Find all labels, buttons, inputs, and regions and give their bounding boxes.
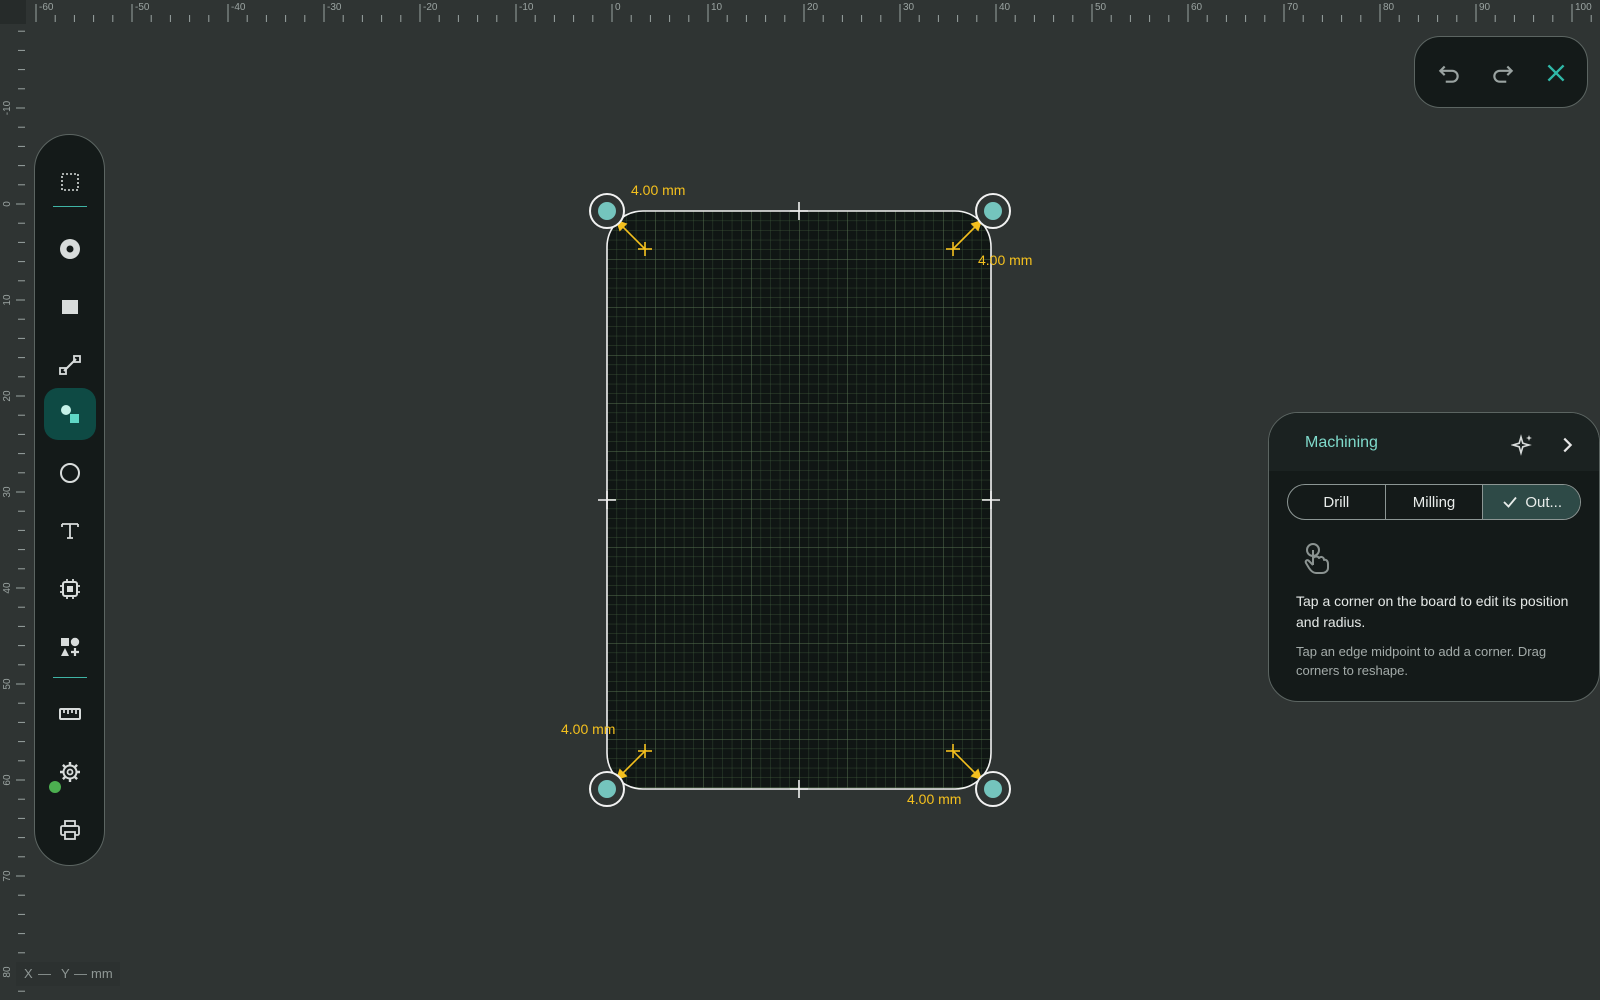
select-icon [61,173,79,191]
pad-icon [62,300,78,314]
tool-palette [34,134,105,866]
circle-icon [60,463,80,483]
machining-panel: Machining Drill Milling Out... Tap a cor… [1268,412,1600,702]
corner-radius-label-bottom-right: 4.00 mm [907,791,962,807]
check-icon [1503,496,1518,508]
tab-milling[interactable]: Milling [1386,485,1484,519]
shapes-icon [61,405,79,423]
drill-tool[interactable] [44,223,96,275]
trace-icon [59,355,81,375]
corner-handle-top-left[interactable] [589,193,625,229]
hint-primary: Tap a corner on the board to edit its po… [1296,593,1569,630]
trace-tool[interactable] [44,339,96,391]
redo-icon [1493,65,1514,83]
add-shapes-icon [61,637,80,656]
print-tool[interactable] [44,804,96,856]
toolbar-divider [53,677,87,678]
corner-handle-top-right[interactable] [975,193,1011,229]
measure-tool[interactable] [44,688,96,740]
pad-tool[interactable] [44,281,96,333]
component-tool[interactable] [44,563,96,615]
status-indicator [49,781,61,793]
circle-tool[interactable] [44,447,96,499]
tab-drill-label: Drill [1323,493,1350,511]
sparkle-icon [1511,434,1532,456]
unit-label: mm [91,966,113,981]
x-value: — [38,966,51,981]
drill-icon [60,239,80,259]
gear-icon [60,762,80,782]
board-outline[interactable] [606,210,992,790]
hint-secondary: Tap an edge midpoint to add a corner. Dr… [1296,644,1547,678]
undo-button[interactable] [1435,59,1463,87]
text-tool[interactable] [44,505,96,557]
machining-header: Machining [1269,413,1599,471]
tab-outline-label: Out... [1525,493,1563,511]
select-tool[interactable] [44,156,96,208]
corner-handle-bottom-left[interactable] [589,771,625,807]
close-button[interactable] [1542,59,1570,87]
library-tool[interactable] [44,621,96,673]
toolbar-divider [53,206,87,207]
collapse-panel-button[interactable] [1555,433,1579,457]
history-panel [1414,36,1588,108]
tab-drill[interactable]: Drill [1288,485,1386,519]
coordinate-readout: X — Y — mm [16,962,120,986]
text-icon [61,523,79,539]
machining-mode-segmented: Drill Milling Out... [1287,484,1581,520]
redo-button[interactable] [1489,59,1517,87]
y-value: — [74,966,87,981]
touch-icon [1304,543,1329,574]
chip-icon [60,579,80,599]
tab-milling-label: Milling [1412,493,1456,511]
machining-title: Machining [1305,434,1378,451]
corner-handle-bottom-right[interactable] [975,771,1011,807]
auto-button[interactable] [1511,433,1535,457]
board-shape-tool[interactable] [44,388,96,440]
chevron-right-icon [1563,437,1573,453]
corner-radius-label-top-right: 4.00 mm [978,252,1033,268]
corner-radius-label-top-left: 4.00 mm [631,182,686,198]
y-label: Y [61,966,70,981]
corner-radius-label-bottom-left: 4.00 mm [561,721,616,737]
tab-outline[interactable]: Out... [1483,485,1580,519]
undo-icon [1438,65,1459,83]
close-icon [1547,64,1565,82]
printer-icon [60,820,80,840]
ruler-icon [59,708,81,720]
x-label: X [24,966,33,981]
